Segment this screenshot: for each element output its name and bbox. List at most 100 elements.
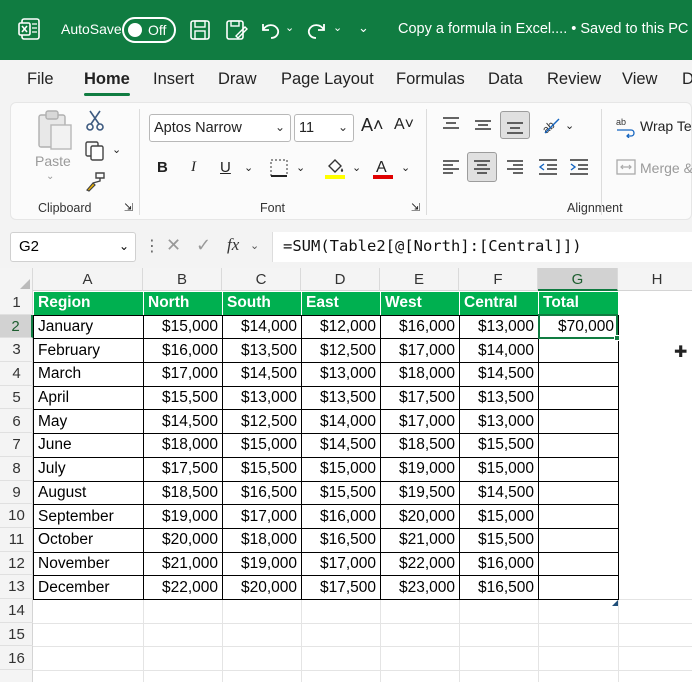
format-painter-icon[interactable] xyxy=(84,170,108,192)
align-right-icon[interactable] xyxy=(505,157,525,177)
align-left-icon[interactable] xyxy=(441,157,461,177)
row-header-2[interactable]: 2 xyxy=(0,314,33,339)
align-top-icon[interactable] xyxy=(441,115,461,135)
table-cell[interactable]: $14,500 xyxy=(301,433,381,458)
row-header-15[interactable]: 15 xyxy=(0,623,33,647)
select-all-corner[interactable] xyxy=(0,268,33,291)
enter-check-icon[interactable]: ✓ xyxy=(196,235,211,256)
wrap-text-icon[interactable]: ab xyxy=(615,116,637,138)
table-cell[interactable]: $13,000 xyxy=(222,385,302,411)
tab-draw[interactable]: Draw xyxy=(218,70,257,89)
table-cell[interactable]: September xyxy=(33,504,144,529)
autosave-toggle[interactable]: Off xyxy=(122,17,176,43)
row-header-3[interactable]: 3 xyxy=(0,338,33,363)
table-cell[interactable]: $19,000 xyxy=(380,456,460,482)
table-cell[interactable]: $14,000 xyxy=(301,409,381,435)
table-cell[interactable]: $13,000 xyxy=(459,409,539,435)
table-cell[interactable]: April xyxy=(33,385,144,411)
table-cell[interactable]: $20,000 xyxy=(143,527,223,553)
function-dropdown-icon[interactable]: ⌄ xyxy=(250,239,259,252)
copy-icon[interactable] xyxy=(84,140,106,162)
row-header-5[interactable]: 5 xyxy=(0,386,33,410)
table-resize-handle[interactable] xyxy=(612,593,618,606)
table-cell[interactable] xyxy=(538,480,619,506)
column-header-f[interactable]: F xyxy=(459,268,538,291)
align-middle-icon[interactable] xyxy=(473,115,493,135)
undo-icon[interactable] xyxy=(258,18,282,42)
table-cell[interactable] xyxy=(538,456,619,482)
row-header-9[interactable]: 9 xyxy=(0,481,33,505)
active-cell-g2[interactable] xyxy=(538,314,620,341)
redo-icon[interactable] xyxy=(305,18,329,42)
row-header-4[interactable]: 4 xyxy=(0,362,33,386)
table-cell[interactable]: $12,500 xyxy=(301,338,381,364)
tab-file[interactable]: File xyxy=(27,70,54,89)
table-cell[interactable]: $12,000 xyxy=(301,314,381,340)
table-cell[interactable]: $19,000 xyxy=(143,504,223,529)
header-cell-south[interactable]: South xyxy=(222,291,302,316)
table-cell[interactable]: $22,000 xyxy=(143,575,223,600)
table-cell[interactable]: $15,500 xyxy=(143,385,223,411)
table-cell[interactable] xyxy=(538,527,619,553)
table-cell[interactable]: $14,500 xyxy=(459,480,539,506)
column-header-h[interactable]: H xyxy=(618,268,692,291)
merge-center-icon[interactable] xyxy=(615,157,637,177)
row-header-6[interactable]: 6 xyxy=(0,410,33,434)
table-cell[interactable] xyxy=(538,409,619,435)
increase-indent-icon[interactable] xyxy=(568,157,590,177)
table-cell[interactable]: $21,000 xyxy=(143,551,223,577)
table-cell[interactable]: $15,000 xyxy=(301,456,381,482)
table-cell[interactable]: $13,000 xyxy=(301,362,381,387)
table-cell[interactable]: $18,000 xyxy=(143,433,223,458)
column-header-b[interactable]: B xyxy=(143,268,222,291)
table-cell[interactable]: $16,500 xyxy=(459,575,539,600)
table-cell[interactable]: $17,000 xyxy=(222,504,302,529)
table-cell[interactable]: $19,000 xyxy=(222,551,302,577)
tab-insert[interactable]: Insert xyxy=(153,70,194,89)
font-launcher-icon[interactable]: ⇲ xyxy=(411,201,420,214)
table-cell[interactable]: $23,000 xyxy=(380,575,460,600)
table-cell[interactable]: May xyxy=(33,409,144,435)
name-box[interactable]: G2 ⌄ xyxy=(10,232,136,262)
table-cell[interactable]: December xyxy=(33,575,144,600)
table-cell[interactable]: $14,500 xyxy=(222,362,302,387)
header-cell-total[interactable]: Total xyxy=(538,291,619,316)
tab-data[interactable]: Data xyxy=(488,70,523,89)
header-cell-west[interactable]: West xyxy=(380,291,460,316)
table-cell[interactable] xyxy=(538,551,619,577)
header-cell-region[interactable]: Region xyxy=(33,291,144,316)
table-cell[interactable]: $18,000 xyxy=(380,362,460,387)
font-color-dropdown-icon[interactable]: ⌄ xyxy=(401,161,410,174)
tab-home[interactable]: Home xyxy=(84,70,130,89)
table-cell[interactable]: $13,000 xyxy=(459,314,539,340)
table-cell[interactable]: $16,000 xyxy=(143,338,223,364)
table-cell[interactable]: $17,000 xyxy=(380,338,460,364)
formula-input[interactable]: =SUM(Table2[@[North]:[Central]]) xyxy=(272,232,692,262)
table-cell[interactable]: $15,500 xyxy=(222,456,302,482)
table-cell[interactable]: $15,000 xyxy=(459,504,539,529)
table-cell[interactable]: $15,500 xyxy=(301,480,381,506)
header-cell-east[interactable]: East xyxy=(301,291,381,316)
row-header-10[interactable]: 10 xyxy=(0,504,33,528)
table-cell[interactable]: $13,500 xyxy=(301,385,381,411)
paste-icon[interactable] xyxy=(35,109,75,153)
row-header-8[interactable]: 8 xyxy=(0,457,33,481)
table-cell[interactable]: $17,000 xyxy=(380,409,460,435)
font-color-icon[interactable]: A xyxy=(371,156,395,180)
table-cell[interactable]: June xyxy=(33,433,144,458)
table-cell[interactable]: $16,000 xyxy=(301,504,381,529)
tab-view[interactable]: View xyxy=(622,70,657,89)
table-cell[interactable]: $18,500 xyxy=(143,480,223,506)
redo-dropdown-icon[interactable]: ⌄ xyxy=(333,21,342,34)
bold-button[interactable]: B xyxy=(157,159,168,176)
underline-button[interactable]: U xyxy=(220,159,231,176)
paste-label[interactable]: Paste xyxy=(35,153,71,169)
table-cell[interactable]: January xyxy=(33,314,144,340)
table-cell[interactable] xyxy=(538,338,619,364)
header-cell-north[interactable]: North xyxy=(143,291,223,316)
table-cell[interactable]: $15,500 xyxy=(459,433,539,458)
orientation-dropdown-icon[interactable]: ⌄ xyxy=(565,119,574,132)
italic-button[interactable]: I xyxy=(191,159,196,176)
table-cell[interactable]: November xyxy=(33,551,144,577)
customize-toolbar-icon[interactable]: ⌄ xyxy=(358,20,369,36)
